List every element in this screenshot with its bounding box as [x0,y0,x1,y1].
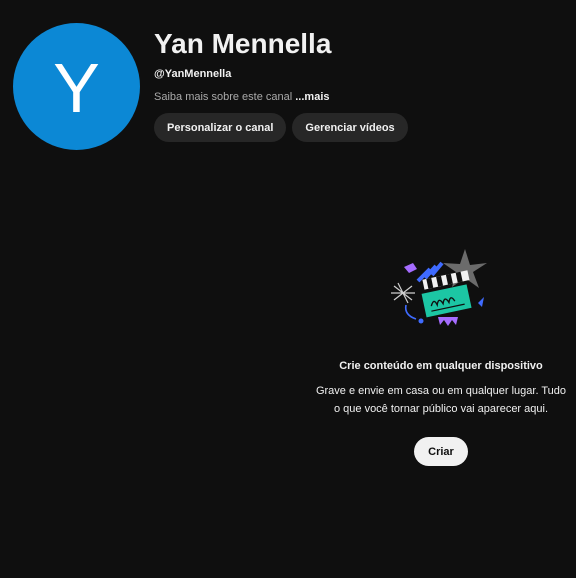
crown-icon [438,317,458,326]
create-button[interactable]: Criar [414,437,468,466]
channel-name: Yan Mennella [154,28,332,59]
avatar[interactable]: Y [13,23,140,150]
manage-videos-button[interactable]: Gerenciar vídeos [292,113,408,142]
avatar-letter: Y [53,48,100,127]
empty-state-title: Crie conteúdo em qualquer dispositivo [339,360,543,372]
purple-shape-icon [404,263,417,273]
sparkle-icon [391,282,415,304]
more-link[interactable]: ...mais [295,91,329,103]
about-text: Saiba mais sobre este canal [154,91,293,103]
clapperboard-illustration [391,249,487,326]
about-channel-link[interactable]: Saiba mais sobre este canal ...mais [154,90,564,104]
dot-icon [418,318,424,324]
triangle-icon [478,297,484,307]
swoosh-icon [404,304,417,320]
channel-info: Yan Mennella @YanMennella Saiba mais sob… [154,26,564,142]
empty-state-description: Grave e envie em casa ou em qualquer lug… [315,385,567,415]
channel-handle: @YanMennella [154,68,232,80]
customize-channel-button[interactable]: Personalizar o canal [154,113,287,142]
channel-actions: Personalizar o canal Gerenciar vídeos [154,113,564,142]
empty-state: Crie conteúdo em qualquer dispositivo Gr… [310,245,572,466]
clapper-body [421,284,472,318]
channel-page: Y Yan Mennella @YanMennella Saiba mais s… [0,0,576,578]
